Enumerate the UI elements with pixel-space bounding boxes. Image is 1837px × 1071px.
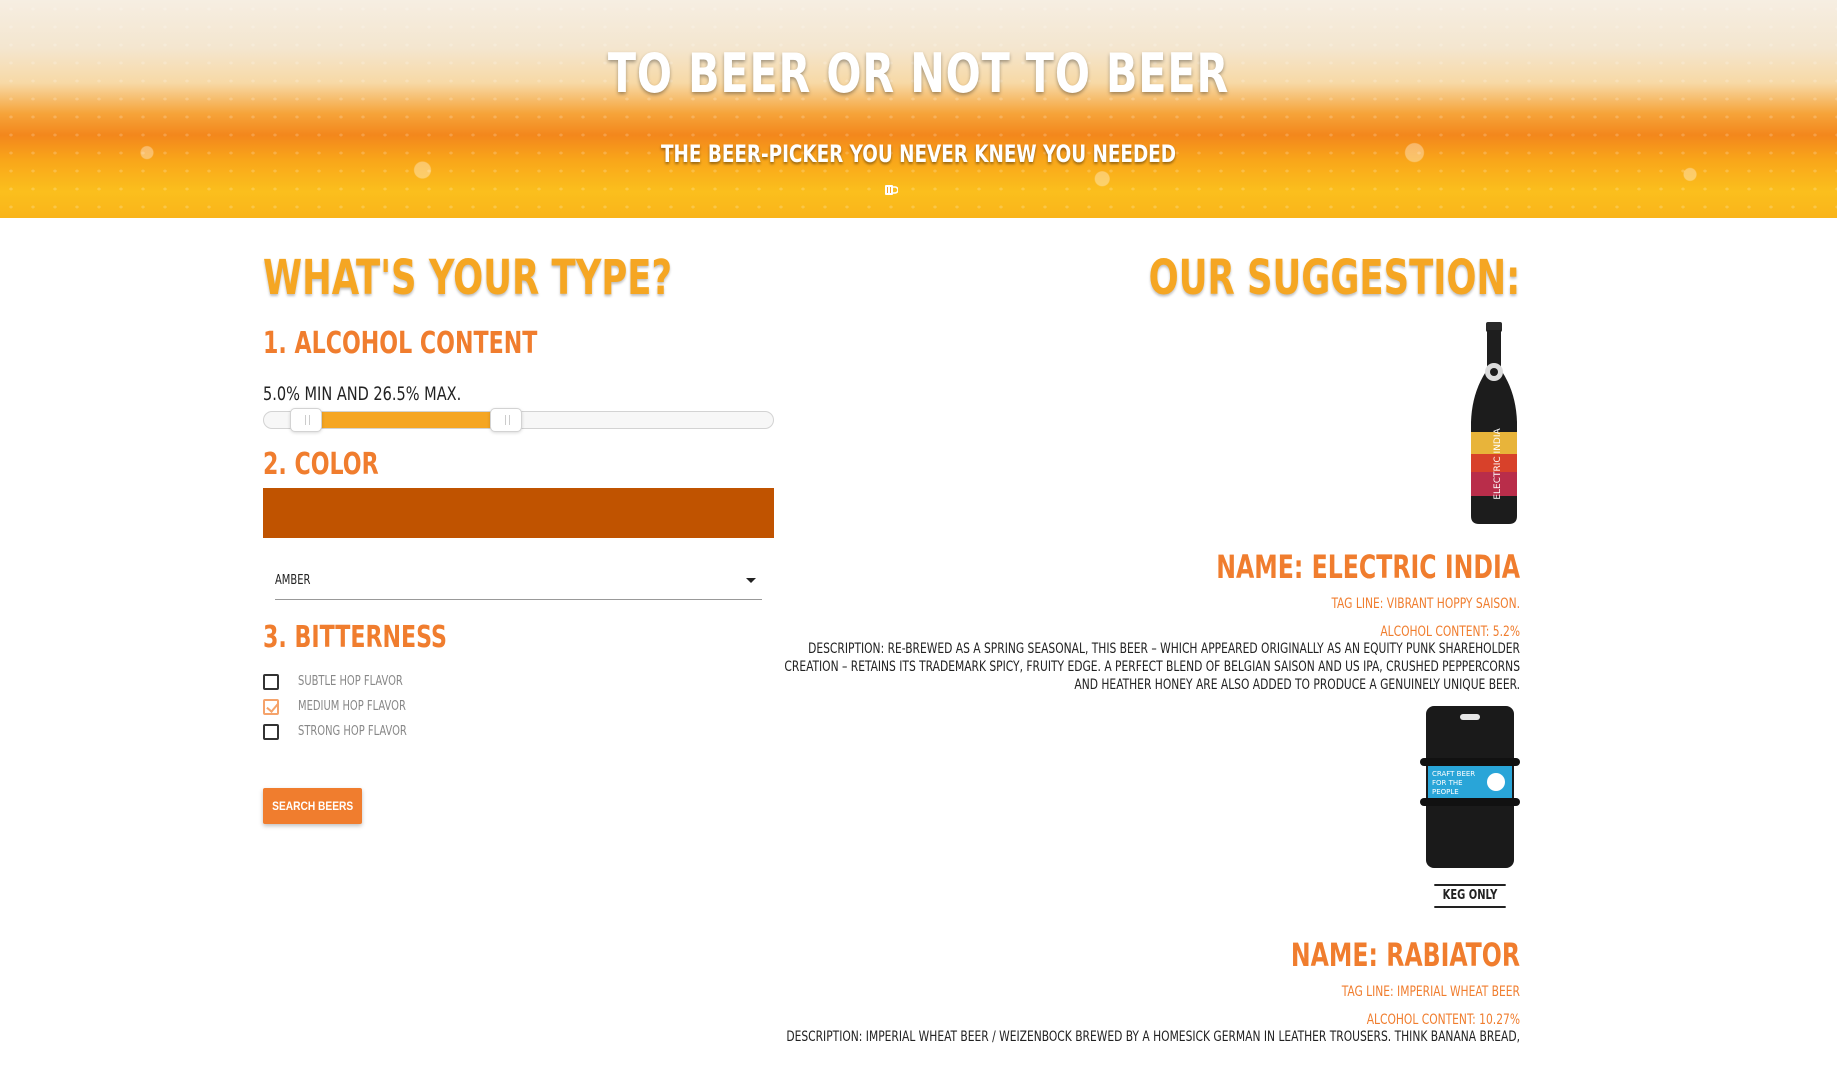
bitterness-option-strong[interactable]: Strong hop flavor [263,719,774,744]
electric-india-bottle-image: ELECTRIC INDIA [1471,322,1517,524]
color-select-value: Amber [275,573,311,588]
alcohol-range-fill [306,412,507,428]
bitterness-option-label: Subtle hop flavor [298,674,403,689]
suggestion-heading: Our Suggestion: [1148,250,1520,306]
alcohol-max-handle[interactable] [490,408,522,432]
svg-text:PEOPLE: PEOPLE [1432,788,1459,796]
strong-checkbox[interactable] [263,723,279,740]
bitterness-option-subtle[interactable]: Subtle hop flavor [263,669,774,694]
alcohol-content-title: 1. Alcohol Content [263,326,538,361]
beer-preferences-form: What's your type? 1. Alcohol Content 5.0… [263,250,774,824]
beer-description: Description: Re-Brewed as a spring seaso… [784,641,1520,693]
site-subtitle: The beer-picker you never knew you neede… [661,140,1176,168]
beer-foam-background [0,0,1837,218]
color-swatch [263,488,774,538]
alcohol-range-slider[interactable] [263,408,774,432]
medium-checkbox[interactable] [263,698,279,715]
search-beers-button[interactable]: Search Beers [263,788,362,824]
svg-text:ELECTRIC INDIA: ELECTRIC INDIA [1493,427,1503,499]
color-title: 2. Color [263,447,379,482]
beer-description: Description: Imperial Wheat beer / Weize… [786,1029,1520,1045]
beer-abv: Alcohol Content: 10.27% [1366,1012,1520,1028]
search-beers-label: Search Beers [271,799,354,813]
alcohol-range-readout: 5.0% min and 26.5% max. [263,383,462,405]
hero-banner: To Beer or Not to Beer The beer-picker y… [0,0,1837,218]
subtle-checkbox[interactable] [263,673,279,690]
svg-text:FOR THE: FOR THE [1432,779,1463,787]
beer-name: Name: Electric India [1216,548,1520,586]
beer-abv: Alcohol Content: 5.2% [1380,624,1520,640]
suggestion-panel: Our Suggestion: ELECTRIC INDIA Name: Ele… [780,250,1520,1046]
svg-text:CRAFT BEER: CRAFT BEER [1432,770,1475,778]
form-heading: What's your type? [263,250,673,306]
bitterness-title: 3. Bitterness [263,620,447,655]
site-title: To Beer or Not to Beer [607,42,1230,105]
bitterness-option-label: Medium hop flavor [298,699,406,714]
bitterness-options: Subtle hop flavor Medium hop flavor Stro… [263,669,774,744]
bitterness-option-medium[interactable]: Medium hop flavor [263,694,774,719]
beer-tagline: Tag Line: Imperial Wheat Beer [1341,984,1520,1000]
bitterness-option-label: Strong hop flavor [298,724,407,739]
keg-only-caption: Keg Only [1434,884,1506,908]
chevron-down-icon [746,578,756,583]
color-select[interactable]: Amber [275,560,762,600]
rabiator-keg-image: CRAFT BEER FOR THE PEOPLE Keg Only [1420,706,1520,908]
beer-name: Name: Rabiator [1290,936,1520,974]
alcohol-min-handle[interactable] [290,408,322,432]
beer-tagline: Tag Line: Vibrant Hoppy Saison. [1331,596,1520,612]
beer-mug-icon [885,185,898,195]
keg-image: CRAFT BEER FOR THE PEOPLE [1420,706,1520,868]
